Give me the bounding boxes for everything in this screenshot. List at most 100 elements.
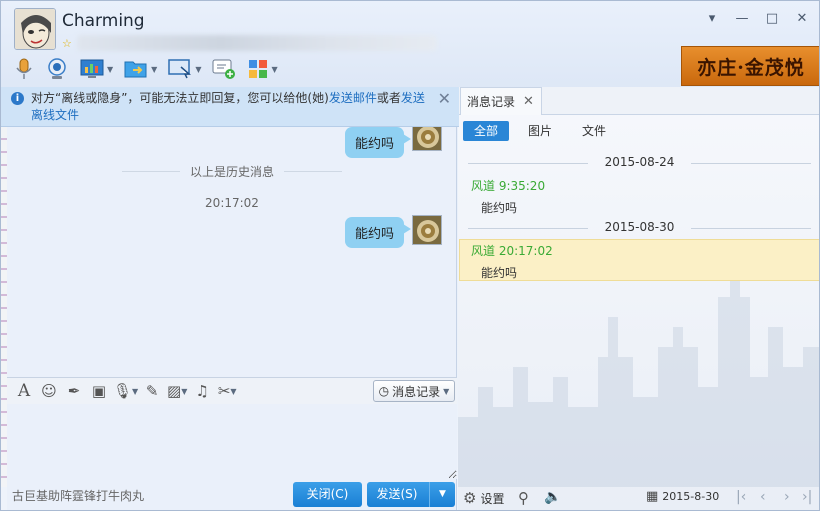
history-separator: 以上是历史消息: [189, 165, 274, 179]
contact-name: Charming: [62, 11, 145, 31]
remote-desktop-icon: [168, 59, 192, 79]
smiley-icon: ☺: [41, 382, 57, 400]
message-bubble: 能约吗: [345, 217, 412, 248]
screenshot-button[interactable]: ✂ ▼: [216, 379, 238, 403]
calendar-icon: ▦: [646, 489, 659, 504]
chevron-down-icon: ▼: [443, 386, 450, 396]
send-button[interactable]: 发送(S) ▼: [367, 482, 455, 507]
chevron-down-icon: ▼: [181, 386, 188, 396]
close-window-button[interactable]: ✕: [789, 7, 815, 29]
message-list: 能约吗 以上是历史消息 20:17:02 能约吗: [7, 127, 457, 377]
history-panel: 消息记录 ✕ 全部 图片 文件 2015-08-24 风道 9:35:20 能约…: [458, 87, 819, 510]
last-page-icon: ›|: [802, 489, 813, 505]
contact-avatar[interactable]: [14, 8, 56, 50]
notice-text-mid: 或者: [376, 91, 401, 105]
font-button[interactable]: A: [13, 379, 35, 403]
chevron-down-icon: ▼: [230, 386, 237, 396]
input-toolbar: A ☺ ✒ ▣ 🎙 ▼ ✎ ▨ ▼ ♫ ✂ ▼ ◷ 消息记录 ▼: [7, 377, 457, 404]
chevron-down-icon: ▼: [132, 386, 139, 396]
history-date-row: 2015-08-30: [458, 220, 819, 236]
emoji-button[interactable]: ☺: [38, 379, 60, 403]
history-current-date: 2015-8-30: [662, 490, 720, 503]
speaker-icon: 🔈: [544, 489, 562, 505]
close-notice-icon[interactable]: ✕: [438, 89, 451, 108]
history-sound-button[interactable]: 🔈: [544, 489, 561, 505]
history-message-text[interactable]: 能约吗: [481, 199, 517, 216]
ime-status-text: 古巨基助阵霆锋打牛肉丸: [12, 489, 145, 503]
create-discussion-button[interactable]: [209, 55, 239, 83]
video-call-button[interactable]: [43, 55, 71, 83]
city-skyline-background: [458, 277, 819, 487]
close-tab-icon[interactable]: ✕: [523, 94, 534, 109]
history-date: 2015-08-24: [604, 155, 675, 169]
history-next-page-button[interactable]: ›: [784, 489, 790, 505]
star-icon: ☆: [62, 37, 72, 50]
edit-icon: ✎: [145, 382, 159, 400]
video-message-button[interactable]: ▣: [88, 379, 110, 403]
chevron-down-icon: ▼: [271, 64, 278, 74]
close-chat-button[interactable]: 关闭(C): [293, 482, 362, 507]
filter-files[interactable]: 文件: [571, 121, 617, 141]
offline-notice-bar: i 对方“离线或隐身”，可能无法立即回复，您可以给他(她)发送邮件或者发送离线文…: [1, 87, 459, 127]
voice-call-button[interactable]: [11, 55, 37, 83]
history-last-page-button[interactable]: ›|: [802, 489, 812, 505]
history-filters: 全部 图片 文件: [463, 121, 617, 141]
message-history-button[interactable]: ◷ 消息记录 ▼: [373, 380, 455, 402]
prev-page-icon: ‹: [760, 489, 766, 505]
filter-images[interactable]: 图片: [517, 121, 563, 141]
folder-arrow-icon: [124, 61, 147, 78]
blurred-signature: [77, 35, 437, 51]
gear-icon: ⚙: [463, 489, 477, 507]
history-date-picker[interactable]: ▦ 2015-8-30: [646, 489, 719, 504]
microphone-small-icon: 🎙: [113, 382, 133, 400]
message-bubble: 能约吗: [345, 127, 412, 158]
remote-assist-button[interactable]: ▼: [165, 55, 203, 83]
film-icon: ▣: [91, 382, 107, 400]
notice-text-before: 对方“离线或隐身”，可能无法立即回复，您可以给他(她): [31, 91, 329, 105]
send-options-chevron-icon[interactable]: ▼: [429, 482, 455, 507]
monitor-chart-icon: [80, 59, 104, 78]
music-note-icon: ♫: [195, 382, 209, 400]
voice-message-button[interactable]: 🎙 ▼: [113, 379, 138, 403]
history-message-text[interactable]: 能约吗: [481, 264, 517, 281]
music-button[interactable]: ♫: [191, 379, 213, 403]
send-image-button[interactable]: ▨ ▼: [166, 379, 188, 403]
message-timestamp: 20:17:02: [205, 196, 259, 210]
ad-banner[interactable]: 亦庄·金茂悦: [681, 46, 819, 86]
window-header: Charming ☆ ▾ — □ ✕ ▼ ▼ ▼ ▼ 亦庄·金茂悦: [1, 1, 819, 91]
window-controls: ▾ — □ ✕: [699, 7, 815, 29]
history-tab-row: 消息记录 ✕: [458, 87, 819, 115]
doodle-button[interactable]: ✎: [141, 379, 163, 403]
filter-all[interactable]: 全部: [463, 121, 510, 141]
history-sender-time: 风道 20:17:02: [471, 244, 553, 258]
history-settings-button[interactable]: ⚙ 设置: [463, 489, 504, 507]
webcam-icon: [48, 58, 66, 79]
history-prev-page-button[interactable]: ‹: [760, 489, 766, 505]
tab-message-history[interactable]: 消息记录 ✕: [460, 87, 542, 115]
bottom-bar: 古巨基助阵霆锋打牛肉丸 关闭(C) 发送(S) ▼: [1, 479, 459, 510]
chat-window: Charming ☆ ▾ — □ ✕ ▼ ▼ ▼ ▼ 亦庄·金茂悦 i 对方“离…: [0, 0, 820, 511]
divider: [691, 163, 811, 164]
chevron-down-icon: ▼: [151, 64, 158, 74]
offline-notice-text: 对方“离线或隐身”，可能无法立即回复，您可以给他(她)发送邮件或者发送离线文件: [31, 90, 436, 124]
minimize-button[interactable]: —: [729, 7, 755, 29]
tab-message-history-label: 消息记录: [467, 95, 516, 109]
history-settings-label: 设置: [480, 491, 505, 506]
shake-button[interactable]: ✒: [63, 379, 85, 403]
search-icon: ⚲: [518, 489, 529, 507]
send-file-button[interactable]: ▼: [121, 55, 159, 83]
send-email-link[interactable]: 发送邮件: [329, 91, 377, 105]
history-bottom-bar: ⚙ 设置 ⚲ 🔈 ▦ 2015-8-30 |‹ ‹ › ›|: [458, 485, 819, 510]
history-first-page-button[interactable]: |‹: [736, 489, 746, 505]
scissors-icon: ✂: [217, 382, 231, 400]
history-date: 2015-08-30: [604, 220, 675, 234]
message-input[interactable]: [7, 404, 457, 479]
menu-button[interactable]: ▾: [699, 7, 725, 29]
magic-wand-icon: ✒: [67, 382, 81, 400]
maximize-button[interactable]: □: [759, 7, 785, 29]
history-search-button[interactable]: ⚲: [518, 489, 529, 507]
my-avatar: [412, 127, 442, 151]
history-sender-time: 风道 9:35:20: [471, 179, 546, 193]
share-screen-button[interactable]: ▼: [77, 55, 115, 83]
apps-button[interactable]: ▼: [245, 55, 279, 83]
